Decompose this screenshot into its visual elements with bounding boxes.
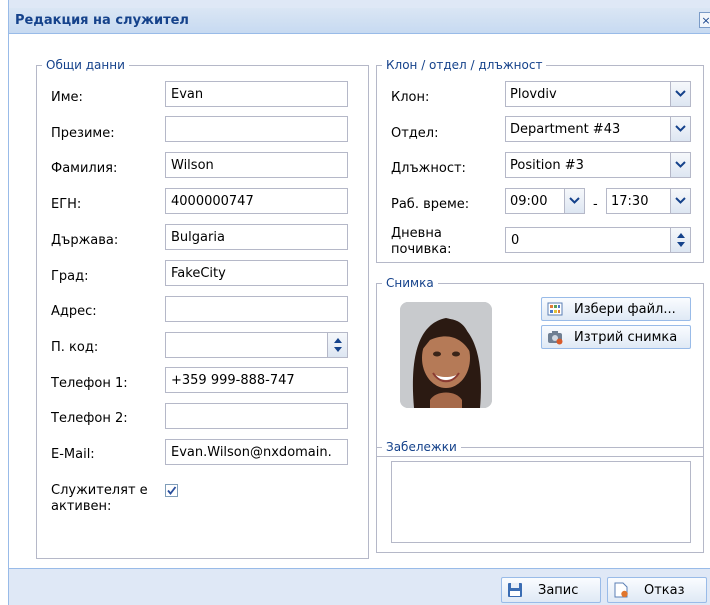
daily-break-label-line2: почивка:	[391, 242, 452, 257]
work-time-from-trigger[interactable]	[564, 189, 584, 213]
spinner-arrows-icon	[334, 338, 342, 352]
city-input[interactable]: FakeCity	[165, 260, 348, 286]
notes-textarea[interactable]	[391, 461, 691, 543]
cancel-label: Отказ	[644, 583, 685, 598]
work-time-separator: -	[593, 197, 598, 212]
phone1-label: Телефон 1:	[51, 376, 128, 391]
middle-name-label: Презиме:	[51, 126, 115, 141]
photo-legend: Снимка	[386, 276, 434, 290]
branch-label: Клон:	[391, 90, 430, 105]
position-trigger[interactable]	[670, 153, 690, 177]
chevron-down-icon	[675, 197, 686, 204]
name-label: Име:	[51, 90, 83, 105]
egn-input[interactable]: 4000000747	[165, 188, 348, 214]
daily-break-value: 0	[511, 233, 520, 248]
phone2-label: Телефон 2:	[51, 411, 128, 426]
employee-photo	[400, 302, 492, 408]
delete-photo-label: Изтрий снимка	[574, 330, 678, 345]
department-select[interactable]: Department #43	[505, 116, 691, 142]
work-time-from-value: 09:00	[510, 194, 548, 209]
postal-code-input[interactable]	[165, 332, 348, 358]
dialog-titlebar: Редакция на служител ×	[9, 8, 710, 34]
floppy-disk-icon	[508, 583, 522, 597]
choose-file-button[interactable]: Избери файл...	[541, 297, 691, 321]
postal-code-label: П. код:	[51, 340, 99, 355]
close-icon: ×	[701, 14, 710, 27]
general-data-legend: Общи данни	[46, 58, 125, 72]
branch-trigger[interactable]	[670, 82, 690, 106]
save-button[interactable]: Запис	[501, 577, 601, 603]
position-value: Position #3	[510, 158, 584, 173]
active-label-line1: Служителят е	[51, 483, 148, 498]
checkmark-icon	[167, 486, 177, 495]
country-input[interactable]: Bulgaria	[165, 224, 348, 250]
delete-photo-button[interactable]: Изтрий снимка	[541, 325, 691, 349]
department-value: Department #43	[510, 122, 621, 137]
department-label: Отдел:	[391, 126, 439, 141]
choose-file-label: Избери файл...	[574, 302, 676, 317]
document-cancel-icon	[614, 582, 628, 598]
chevron-down-icon	[675, 125, 686, 132]
branch-select[interactable]: Plovdiv	[505, 81, 691, 107]
branch-value: Plovdiv	[510, 87, 557, 102]
middle-name-input[interactable]	[165, 116, 348, 142]
last-name-input[interactable]: Wilson	[165, 152, 348, 178]
chevron-down-icon	[675, 161, 686, 168]
work-time-to-trigger[interactable]	[670, 189, 690, 213]
work-time-label: Раб. време:	[391, 197, 470, 212]
egn-label: ЕГН:	[51, 197, 82, 212]
last-name-label: Фамилия:	[51, 161, 118, 176]
daily-break-spinner[interactable]	[670, 228, 690, 252]
notes-legend: Забележки	[386, 440, 457, 454]
postal-code-spinner[interactable]	[327, 333, 347, 357]
daily-break-input[interactable]: 0	[505, 227, 691, 253]
branch-legend: Клон / отдел / длъжност	[386, 58, 543, 72]
email-label: E-Mail:	[51, 447, 95, 462]
address-input[interactable]	[165, 296, 348, 322]
dialog-footer: Запис Отказ	[9, 568, 710, 605]
phone2-input[interactable]	[165, 403, 348, 429]
city-label: Град:	[51, 269, 89, 284]
close-button[interactable]: ×	[699, 12, 710, 28]
grid-file-icon	[547, 302, 563, 316]
chevron-down-icon	[569, 197, 580, 204]
name-input[interactable]: Evan	[165, 81, 348, 107]
cancel-button[interactable]: Отказ	[607, 577, 707, 603]
country-label: Държава:	[51, 233, 119, 248]
position-select[interactable]: Position #3	[505, 152, 691, 178]
active-label-line2: активен:	[51, 499, 112, 514]
work-time-to-value: 17:30	[611, 194, 649, 209]
dialog-title: Редакция на служител	[15, 13, 189, 28]
active-checkbox[interactable]	[165, 484, 178, 497]
daily-break-label-line1: Дневна	[391, 226, 442, 241]
phone1-input[interactable]: +359 999-888-747	[165, 367, 348, 393]
spinner-arrows-icon	[677, 233, 685, 247]
chevron-down-icon	[675, 90, 686, 97]
work-time-from-select[interactable]: 09:00	[505, 188, 585, 214]
position-label: Длъжност:	[391, 161, 466, 176]
save-label: Запис	[538, 583, 579, 598]
edit-employee-dialog: Редакция на служител × Общи данни Име: E…	[8, 0, 710, 605]
employee-photo-image	[400, 302, 492, 408]
dialog-body: Общи данни Име: Evan Презиме: Фамилия: W…	[9, 34, 710, 568]
department-trigger[interactable]	[670, 117, 690, 141]
email-input[interactable]: Evan.Wilson@nxdomain.	[165, 439, 348, 465]
address-label: Адрес:	[51, 304, 97, 319]
work-time-to-select[interactable]: 17:30	[606, 188, 691, 214]
camera-delete-icon	[548, 331, 563, 345]
